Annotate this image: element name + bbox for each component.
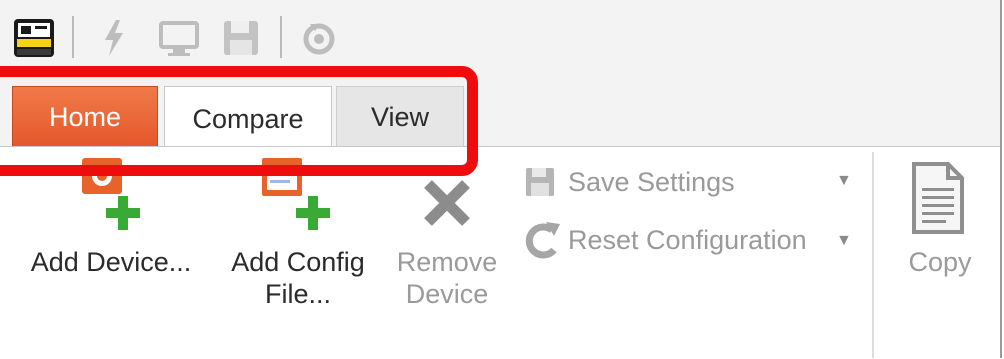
tab-home-label: Home [48, 102, 122, 132]
remove-label-line2: Device [405, 279, 489, 309]
reset-configuration-dropdown-icon[interactable]: ▼ [836, 232, 852, 250]
tab-compare-label: Compare [192, 104, 304, 134]
quick-access-toolbar [0, 0, 1000, 78]
remove-device-button[interactable]: Remove Device [386, 154, 508, 310]
reset-icon [525, 222, 560, 259]
add-config-icon-wrap [218, 154, 378, 246]
add-config-label-line2: File... [264, 279, 331, 309]
reset-configuration-button[interactable]: Reset Configuration [520, 220, 860, 260]
toolbar-separator [72, 16, 74, 58]
copy-button[interactable]: Copy [890, 154, 990, 278]
app-logo-icon[interactable] [10, 18, 58, 58]
remove-label-line1: Remove [396, 247, 498, 277]
save-settings-dropdown-icon[interactable]: ▼ [836, 172, 852, 190]
floppy-disk-icon[interactable] [218, 18, 264, 58]
lightning-icon[interactable] [96, 18, 132, 58]
config-file-icon [262, 158, 330, 230]
document-icon [912, 162, 964, 234]
x-icon [424, 180, 470, 226]
tab-view[interactable]: View [336, 86, 464, 148]
add-config-label-line1: Add Config [231, 247, 365, 277]
save-settings-label: Save Settings [568, 166, 735, 197]
save-settings-button[interactable]: Save Settings [524, 162, 864, 202]
tab-compare[interactable]: Compare [164, 86, 332, 152]
remove-icon-wrap [386, 154, 508, 246]
add-device-icon-wrap [22, 154, 200, 246]
floppy-disk-icon [526, 168, 554, 196]
copy-icon-wrap [890, 154, 990, 246]
refresh-icon[interactable] [298, 18, 340, 58]
copy-label: Copy [908, 247, 972, 277]
add-config-file-button[interactable]: Add Config File... [218, 154, 378, 310]
ribbon-group-separator [872, 152, 874, 358]
toolbar-separator [280, 16, 282, 58]
device-icon [82, 158, 140, 230]
monitor-icon[interactable] [156, 18, 202, 58]
add-device-label: Add Device... [30, 247, 192, 277]
tab-home[interactable]: Home [12, 86, 158, 148]
tab-view-label: View [370, 102, 430, 132]
add-device-button[interactable]: Add Device... [22, 154, 200, 278]
reset-configuration-label: Reset Configuration [568, 224, 807, 255]
